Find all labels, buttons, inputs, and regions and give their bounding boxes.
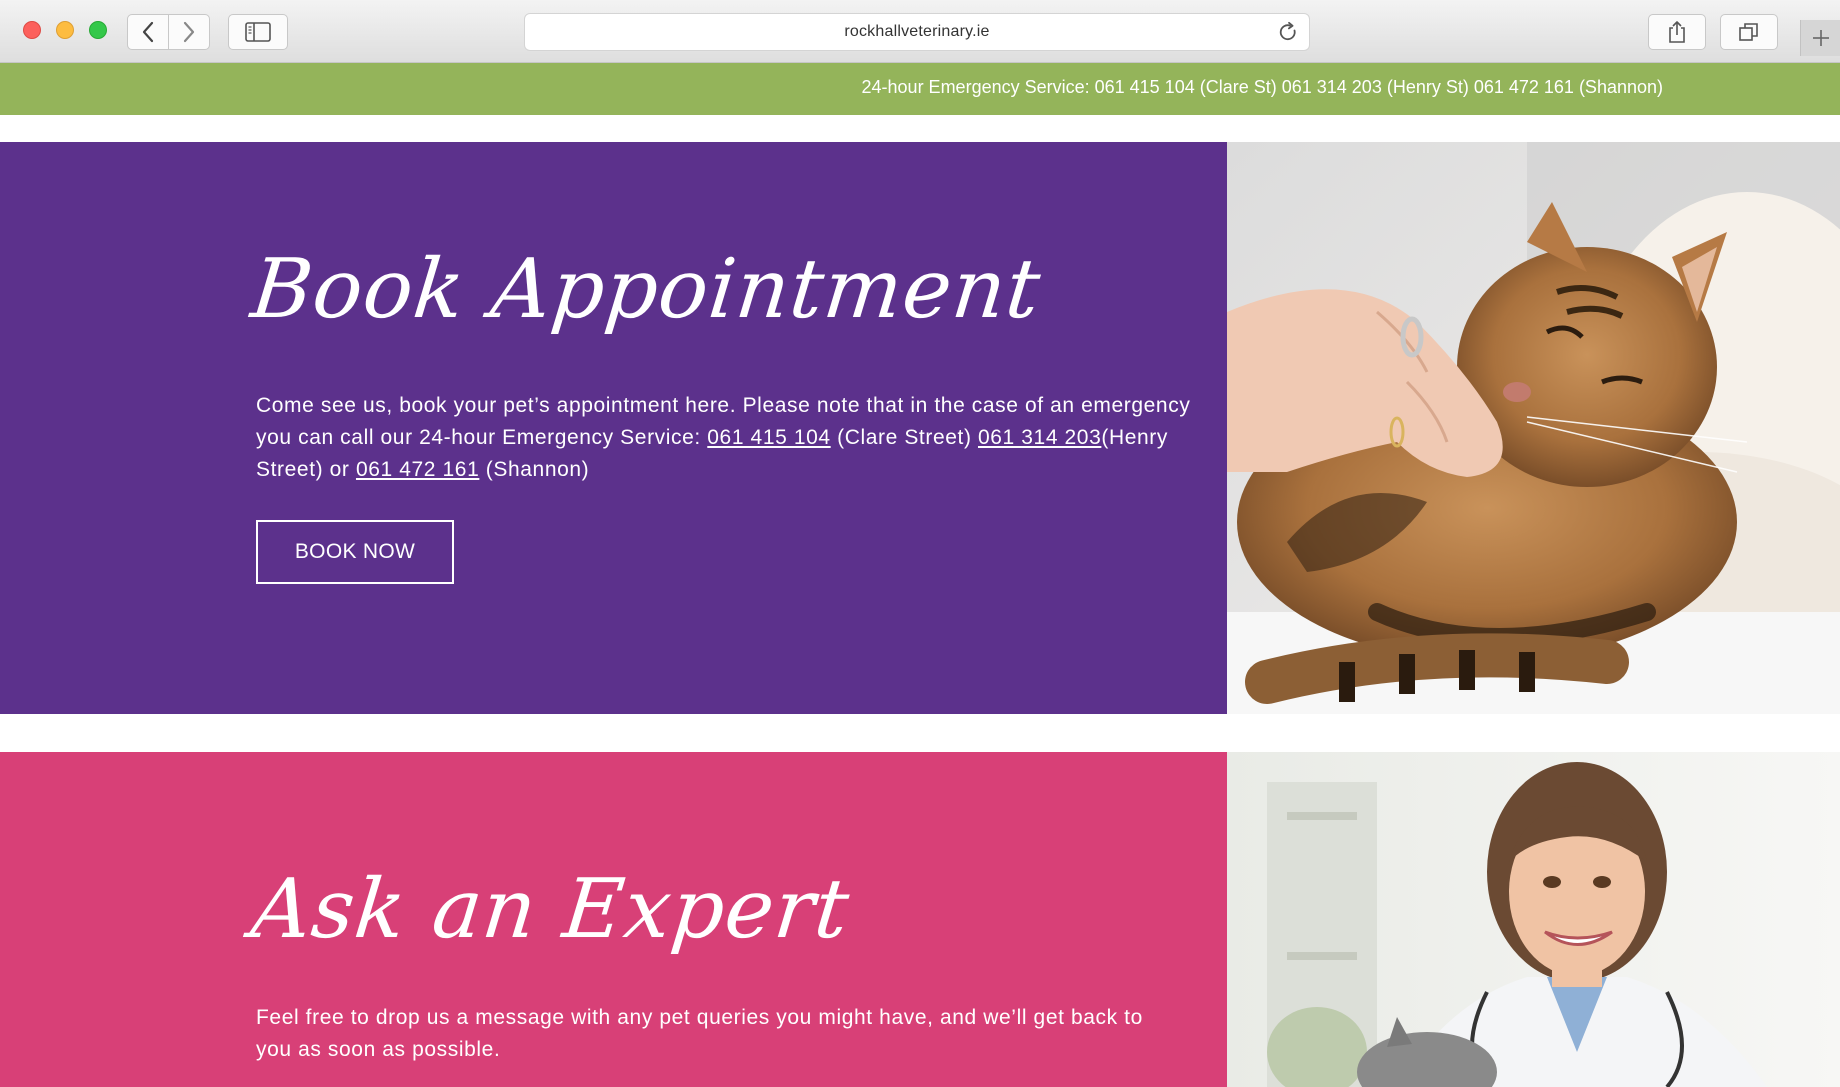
reload-icon[interactable] xyxy=(1277,21,1299,43)
zoom-window-button[interactable] xyxy=(89,21,107,39)
close-window-button[interactable] xyxy=(23,21,41,39)
ask-an-expert-section: Ask an Expert Feel free to drop us a mes… xyxy=(0,752,1840,1087)
address-bar[interactable]: rockhallveterinary.ie xyxy=(524,13,1310,51)
share-icon xyxy=(1669,21,1685,43)
cat-illustration xyxy=(1227,142,1840,714)
browser-toolbar: rockhallveterinary.ie xyxy=(0,0,1840,63)
share-button[interactable] xyxy=(1648,14,1706,50)
emergency-bar: 24-hour Emergency Service: 061 415 104 (… xyxy=(0,63,1840,115)
book-now-button[interactable]: BOOK NOW xyxy=(256,520,454,584)
show-tabs-button[interactable] xyxy=(1720,14,1778,50)
back-arrow-icon xyxy=(142,21,154,43)
forward-button[interactable] xyxy=(168,14,210,50)
tabs-icon xyxy=(1739,23,1758,41)
phone-link-clare-street[interactable]: 061 415 104 xyxy=(707,426,830,449)
minimize-window-button[interactable] xyxy=(56,21,74,39)
book-appointment-panel: Book Appointment Come see us, book your … xyxy=(0,142,1227,714)
new-tab-button[interactable] xyxy=(1800,20,1840,56)
vet-photo xyxy=(1227,752,1840,1087)
emergency-service-text: 24-hour Emergency Service: 061 415 104 (… xyxy=(861,77,1663,97)
ask-an-expert-panel: Ask an Expert Feel free to drop us a mes… xyxy=(0,752,1227,1087)
ask-an-expert-heading: Ask an Expert xyxy=(247,862,855,957)
clare-street-label: (Clare Street) xyxy=(830,426,978,449)
plus-icon xyxy=(1813,30,1829,46)
book-appointment-heading: Book Appointment xyxy=(247,242,1046,337)
phone-link-shannon[interactable]: 061 472 161 xyxy=(356,458,479,481)
shannon-label: (Shannon) xyxy=(479,458,590,481)
sidebar-button[interactable] xyxy=(228,14,288,50)
ask-an-expert-description: Feel free to drop us a message with any … xyxy=(256,1006,1143,1061)
back-button[interactable] xyxy=(127,14,169,50)
phone-link-henry-street[interactable]: 061 314 203 xyxy=(978,426,1101,449)
vet-illustration xyxy=(1227,752,1840,1087)
book-appointment-section: Book Appointment Come see us, book your … xyxy=(0,142,1840,714)
url-text: rockhallveterinary.ie xyxy=(844,23,990,40)
forward-arrow-icon xyxy=(183,21,195,43)
cat-photo xyxy=(1227,142,1840,714)
book-appointment-description: Come see us, book your pet’s appointment… xyxy=(256,390,1196,486)
sidebar-icon xyxy=(245,22,271,42)
